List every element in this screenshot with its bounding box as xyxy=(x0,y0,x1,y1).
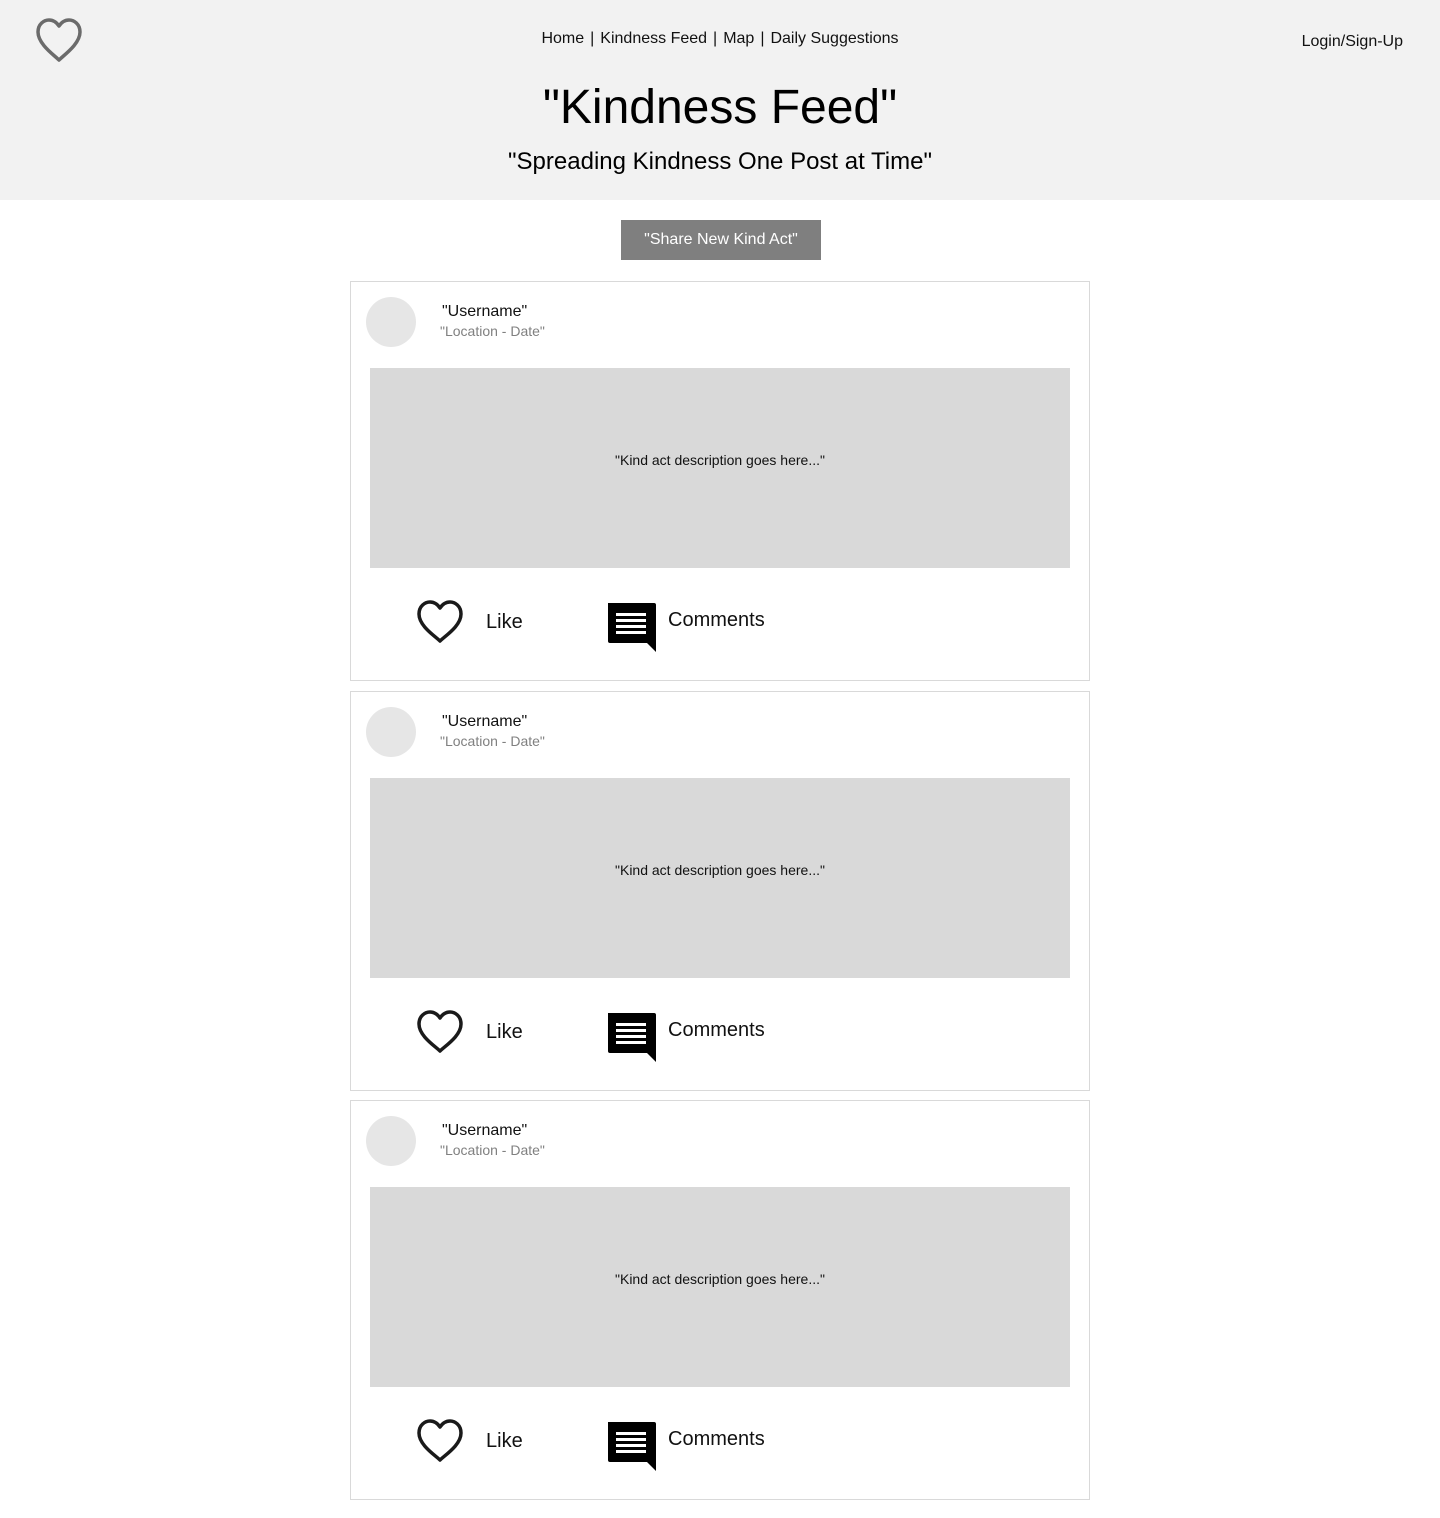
login-signup-link[interactable]: Login/Sign-Up xyxy=(1302,33,1403,51)
avatar[interactable] xyxy=(366,707,416,757)
like-label: Like xyxy=(486,1020,523,1043)
post-username[interactable]: "Username" xyxy=(442,1122,527,1140)
comments-button[interactable]: Comments xyxy=(605,1011,765,1063)
nav-map[interactable]: Map xyxy=(723,30,754,47)
like-button[interactable]: Like xyxy=(415,1008,523,1056)
nav-kindness-feed[interactable]: Kindness Feed xyxy=(600,30,707,47)
comment-icon xyxy=(608,603,656,652)
heart-icon xyxy=(417,1419,463,1462)
like-button[interactable]: Like xyxy=(415,1417,523,1465)
comments-label: Comments xyxy=(668,609,765,631)
nav-separator: | xyxy=(590,30,595,47)
nav-home[interactable]: Home xyxy=(541,30,584,47)
post-location-date: "Location - Date" xyxy=(440,323,545,339)
post-card: "Username" "Location - Date" "Kind act d… xyxy=(350,1100,1090,1500)
like-label: Like xyxy=(486,610,523,633)
post-username[interactable]: "Username" xyxy=(442,713,527,731)
main-nav: Home | Kindness Feed | Map | Daily Suggestions xyxy=(0,30,1440,48)
post-location-date: "Location - Date" xyxy=(440,733,545,749)
page-header: Home | Kindness Feed | Map | Daily Suggestions… xyxy=(0,0,1440,200)
nav-daily-suggestions[interactable]: Daily Suggestions xyxy=(770,30,898,47)
post-media: "Kind act description goes here..." xyxy=(370,368,1070,568)
comment-icon xyxy=(608,1013,656,1062)
comments-label: Comments xyxy=(668,1428,765,1450)
heart-icon xyxy=(417,1010,463,1053)
page-title: "Kindness Feed" xyxy=(542,81,898,134)
post-username[interactable]: "Username" xyxy=(442,303,527,321)
nav-separator: | xyxy=(713,30,718,47)
post-description: "Kind act description goes here..." xyxy=(615,862,825,878)
like-label: Like xyxy=(486,1429,523,1452)
comments-label: Comments xyxy=(668,1019,765,1041)
nav-separator: | xyxy=(760,30,765,47)
post-media: "Kind act description goes here..." xyxy=(370,1187,1070,1387)
comment-icon xyxy=(608,1422,656,1471)
like-button[interactable]: Like xyxy=(415,598,523,646)
avatar[interactable] xyxy=(366,297,416,347)
share-new-kind-act-button[interactable]: "Share New Kind Act" xyxy=(621,220,821,260)
post-location-date: "Location - Date" xyxy=(440,1142,545,1158)
page-subtitle: "Spreading Kindness One Post at Time" xyxy=(508,148,932,175)
post-description: "Kind act description goes here..." xyxy=(615,452,825,468)
post-card: "Username" "Location - Date" "Kind act d… xyxy=(350,691,1090,1091)
heart-icon xyxy=(417,600,463,643)
post-media: "Kind act description goes here..." xyxy=(370,778,1070,978)
avatar[interactable] xyxy=(366,1116,416,1166)
comments-button[interactable]: Comments xyxy=(605,601,765,653)
comments-button[interactable]: Comments xyxy=(605,1420,765,1472)
post-description: "Kind act description goes here..." xyxy=(615,1271,825,1287)
post-card: "Username" "Location - Date" "Kind act d… xyxy=(350,281,1090,681)
